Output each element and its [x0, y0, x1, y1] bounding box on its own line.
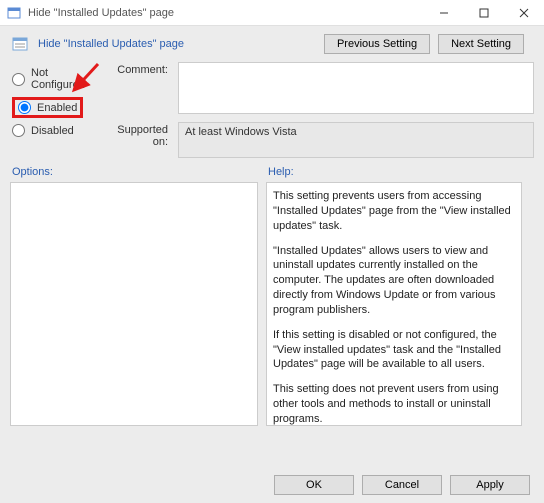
- help-p1: This setting prevents users from accessi…: [273, 189, 515, 234]
- radio-not-configured-label: Not Configured: [31, 67, 101, 91]
- supported-on-box: At least Windows Vista: [178, 122, 534, 158]
- previous-setting-button[interactable]: Previous Setting: [324, 34, 430, 54]
- radio-not-configured-input[interactable]: [12, 73, 25, 86]
- window-icon: [6, 5, 22, 21]
- supported-label: Supported on:: [113, 116, 168, 148]
- next-setting-button[interactable]: Next Setting: [438, 34, 524, 54]
- close-button[interactable]: [504, 0, 544, 26]
- help-p3: If this setting is disabled or not confi…: [273, 328, 515, 373]
- comment-label: Comment:: [113, 64, 168, 116]
- radio-disabled-label: Disabled: [31, 125, 74, 137]
- policy-title: Hide "Installed Updates" page: [38, 38, 316, 50]
- apply-button[interactable]: Apply: [450, 475, 530, 495]
- help-p2: "Installed Updates" allows users to view…: [273, 244, 515, 318]
- radio-enabled[interactable]: Enabled: [12, 97, 83, 118]
- radio-not-configured[interactable]: Not Configured: [10, 64, 103, 94]
- radio-enabled-input[interactable]: [18, 101, 31, 114]
- help-box: This setting prevents users from accessi…: [266, 182, 522, 426]
- titlebar: Hide "Installed Updates" page: [0, 0, 544, 26]
- supported-on-value: At least Windows Vista: [185, 126, 297, 138]
- radio-disabled[interactable]: Disabled: [10, 121, 103, 140]
- window-title: Hide "Installed Updates" page: [28, 7, 424, 19]
- comment-input[interactable]: [178, 62, 534, 114]
- footer: OK Cancel Apply: [274, 475, 530, 495]
- policy-icon: [10, 34, 30, 54]
- radio-disabled-input[interactable]: [12, 124, 25, 137]
- minimize-button[interactable]: [424, 0, 464, 26]
- help-label: Help:: [266, 166, 522, 178]
- help-p4: This setting does not prevent users from…: [273, 382, 515, 426]
- options-box: [10, 182, 258, 426]
- radio-enabled-label: Enabled: [37, 102, 77, 114]
- cancel-button[interactable]: Cancel: [362, 475, 442, 495]
- maximize-button[interactable]: [464, 0, 504, 26]
- header: Hide "Installed Updates" page Previous S…: [0, 26, 544, 58]
- options-label: Options:: [10, 166, 258, 178]
- ok-button[interactable]: OK: [274, 475, 354, 495]
